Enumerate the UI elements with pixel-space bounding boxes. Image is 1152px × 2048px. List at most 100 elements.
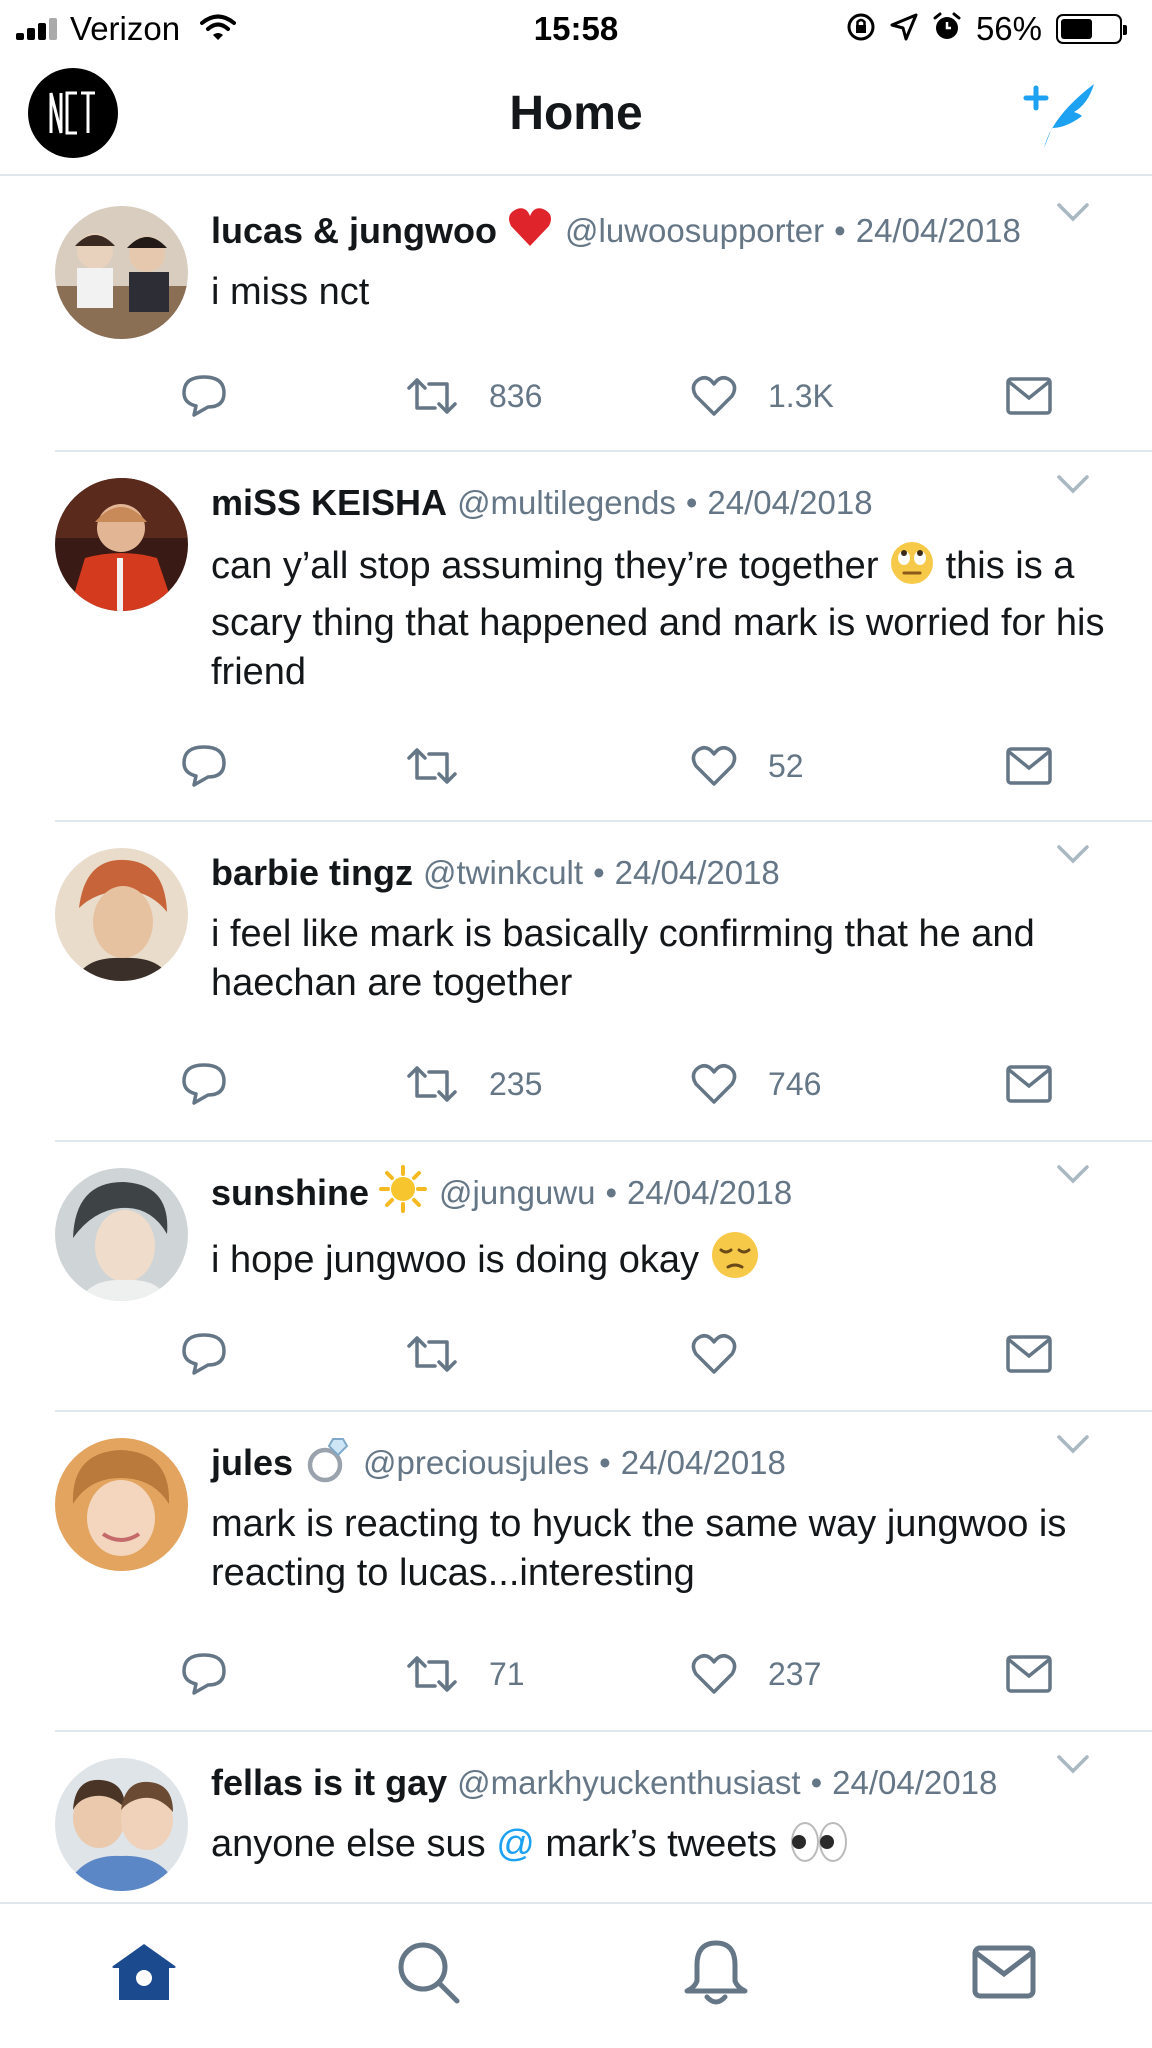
tweet-author-handle[interactable]: @markhyuckenthusiast	[457, 1764, 800, 1802]
tweet-actions: 71 237	[180, 1644, 1072, 1704]
tweet-author-handle[interactable]: @luwoosupporter	[565, 212, 824, 250]
app-header: Home	[0, 58, 1152, 176]
tweet-text-part: i hope jungwoo is doing okay	[211, 1239, 700, 1281]
tab-search[interactable]	[390, 1934, 466, 2010]
tweet-date: 24/04/2018	[614, 854, 780, 891]
avatar[interactable]	[55, 1758, 188, 1891]
compose-tweet-icon	[1023, 84, 1094, 148]
sun-emoji	[379, 1164, 428, 1222]
tweet-author-name[interactable]: lucas & jungwoo	[211, 210, 497, 252]
reply-icon	[182, 375, 226, 417]
reply-button[interactable]	[180, 1324, 258, 1384]
reply-button[interactable]	[180, 366, 258, 426]
tweet-date: 24/04/2018	[855, 212, 1021, 249]
tab-notifications[interactable]	[678, 1934, 754, 2010]
chevron-down-icon[interactable]	[1056, 200, 1090, 224]
tweet[interactable]: lucas & jungwoo @luwoosupporter • 24/04/…	[0, 178, 1152, 452]
retweet-count: 71	[489, 1655, 525, 1692]
retweet-button[interactable]: 235	[405, 1054, 542, 1114]
like-count: 237	[768, 1655, 822, 1692]
tweet-author-handle[interactable]: @junguwu	[439, 1174, 595, 1212]
like-count: 746	[768, 1065, 822, 1102]
tweet-text-part: can y’all stop assuming they’re together	[211, 545, 879, 587]
tweet-text-part: mark’s tweets	[545, 1823, 777, 1865]
direct-message-button[interactable]	[1005, 1324, 1053, 1384]
red-heart-emoji	[507, 206, 553, 257]
avatar[interactable]	[55, 848, 188, 981]
pensive-face-emoji	[710, 1230, 760, 1293]
like-count: 52	[768, 747, 804, 784]
tweet-author-handle[interactable]: @preciousjules	[363, 1444, 589, 1482]
notifications-icon	[684, 1940, 748, 2005]
tweet-actions: 235 746	[180, 1054, 1072, 1114]
envelope-icon	[1006, 377, 1052, 415]
envelope-icon	[1006, 1065, 1052, 1103]
chevron-down-icon[interactable]	[1056, 842, 1090, 866]
tweet-author-name[interactable]: jules	[211, 1442, 293, 1484]
tweet-date: 24/04/2018	[832, 1764, 998, 1801]
separator-dot: •	[810, 1764, 823, 1801]
ring-emoji	[303, 1435, 351, 1492]
tweet[interactable]: barbie tingz @twinkcult • 24/04/2018 i f…	[0, 820, 1152, 1142]
direct-message-button[interactable]	[1005, 1054, 1053, 1114]
chevron-down-icon[interactable]	[1056, 1432, 1090, 1456]
chevron-down-icon[interactable]	[1056, 1162, 1090, 1186]
location-icon	[890, 13, 918, 46]
eyes-emoji	[788, 1820, 850, 1877]
bottom-tab-bar	[0, 1902, 1152, 2048]
compose-tweet-button[interactable]	[1022, 76, 1102, 152]
retweet-count: 235	[489, 1065, 543, 1102]
tweet-date: 24/04/2018	[627, 1174, 793, 1211]
retweet-icon	[407, 748, 457, 784]
heart-icon	[691, 746, 737, 786]
separator-dot: •	[834, 212, 846, 249]
direct-message-button[interactable]	[1005, 1644, 1053, 1704]
tab-messages[interactable]	[966, 1934, 1042, 2010]
tweet-actions: 52	[180, 736, 1072, 796]
like-button[interactable]: 1.3K	[690, 366, 834, 426]
like-button[interactable]: 52	[690, 736, 804, 796]
tweet-author-name[interactable]: fellas is it gay	[211, 1762, 447, 1804]
tweet-actions: 836 1.3K	[180, 366, 1072, 426]
tweet-date: 24/04/2018	[620, 1444, 786, 1481]
tweet-text: can y’all stop assuming they’re together…	[211, 540, 1112, 697]
reply-button[interactable]	[180, 736, 258, 796]
chevron-down-icon[interactable]	[1056, 1752, 1090, 1776]
avatar[interactable]	[55, 1438, 188, 1571]
retweet-button[interactable]: 836	[405, 366, 542, 426]
battery-percent: 56%	[975, 10, 1042, 47]
avatar[interactable]	[55, 206, 188, 339]
tweet-author-name[interactable]: sunshine	[211, 1172, 369, 1214]
reply-button[interactable]	[180, 1644, 258, 1704]
tweet-author-name[interactable]: barbie tingz	[211, 852, 413, 894]
retweet-button[interactable]	[405, 736, 489, 796]
reply-icon	[182, 745, 226, 787]
direct-message-button[interactable]	[1005, 736, 1053, 796]
like-button[interactable]	[690, 1324, 768, 1384]
like-count: 1.3K	[768, 377, 834, 414]
like-button[interactable]: 237	[690, 1644, 821, 1704]
heart-icon	[691, 1064, 737, 1104]
tweet[interactable]: miSS KEISHA @multilegends • 24/04/2018 c…	[0, 450, 1152, 822]
tweet-author-name[interactable]: miSS KEISHA	[211, 482, 447, 524]
chevron-down-icon[interactable]	[1056, 472, 1090, 496]
retweet-icon	[407, 1656, 457, 1692]
direct-message-button[interactable]	[1005, 366, 1053, 426]
avatar[interactable]	[55, 1168, 188, 1301]
retweet-button[interactable]: 71	[405, 1644, 525, 1704]
tweet[interactable]: sunshine @junguwu • 24/04/2018 i hope ju…	[0, 1140, 1152, 1412]
mention-link[interactable]: @	[496, 1823, 535, 1865]
tweet-author-handle[interactable]: @twinkcult	[423, 854, 583, 892]
retweet-button[interactable]	[405, 1324, 489, 1384]
envelope-icon	[1006, 747, 1052, 785]
timeline-feed[interactable]: lucas & jungwoo @luwoosupporter • 24/04/…	[0, 178, 1152, 1900]
tweet-author-handle[interactable]: @multilegends	[457, 484, 676, 522]
tweet-text: anyone else sus @ mark’s tweets	[211, 1820, 1112, 1877]
reply-button[interactable]	[180, 1054, 258, 1114]
avatar[interactable]	[55, 478, 188, 611]
reply-icon	[182, 1063, 226, 1105]
tweet[interactable]: fellas is it gay @markhyuckenthusiast • …	[0, 1730, 1152, 1900]
like-button[interactable]: 746	[690, 1054, 821, 1114]
tab-home[interactable]	[106, 1934, 182, 2010]
tweet[interactable]: jules @preciousjules • 24/04/2018 mark i…	[0, 1410, 1152, 1732]
